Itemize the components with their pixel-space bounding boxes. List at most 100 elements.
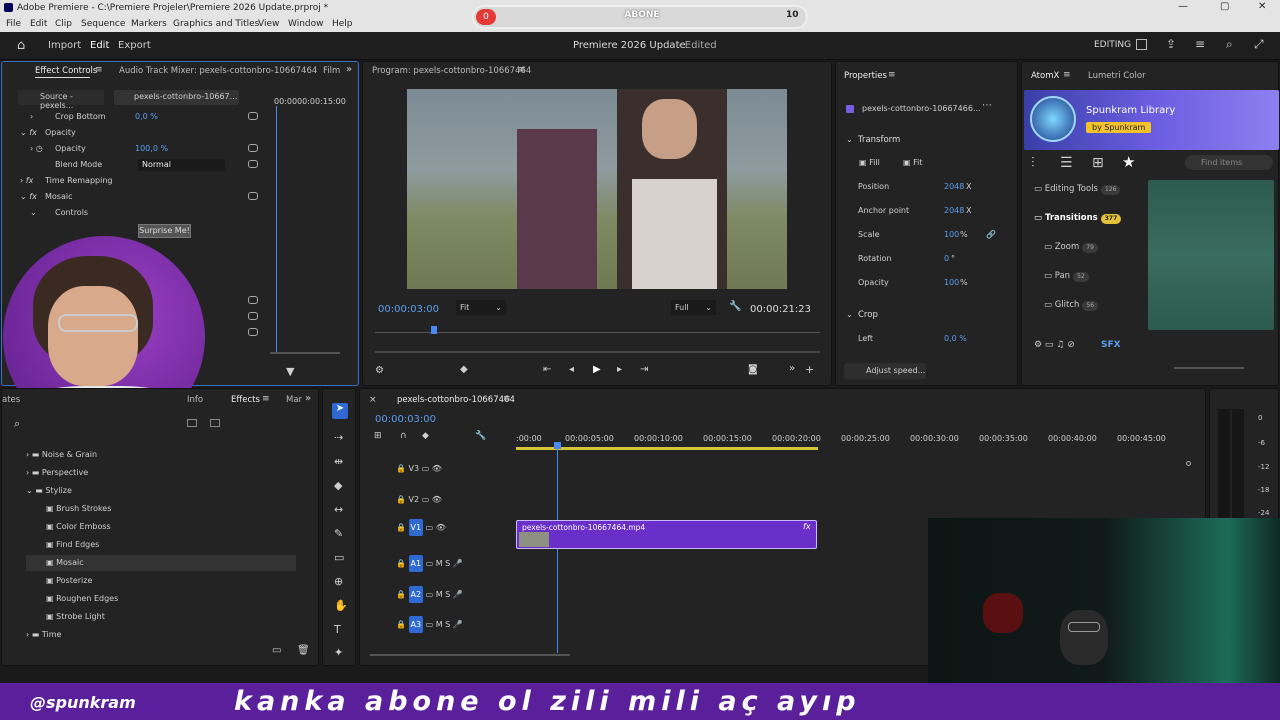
home-icon[interactable]: ⌂ [17,38,25,53]
zoom-tool-icon[interactable]: ⊕ [334,575,343,588]
filter-accelerated-icon[interactable] [187,419,197,427]
row-mosaic[interactable]: ⌄ fx Mosaic [20,189,250,205]
close-sequence-icon[interactable]: × [369,395,377,405]
mark-in-icon[interactable]: ◆ [460,364,468,375]
tab-templates[interactable]: ates [2,395,20,405]
more-tabs-icon[interactable]: » [346,64,352,75]
menu-edit[interactable]: Edit [30,19,47,29]
panel-menu-icon[interactable]: ≡ [518,65,526,75]
tab-film[interactable]: Film [323,66,340,76]
category-editing-tools[interactable]: ▭ Editing Tools 126 [1034,184,1144,213]
blend-mode-dropdown[interactable]: Normal [138,159,225,171]
panel-menu-icon[interactable]: ≡ [888,70,896,80]
hand-icon[interactable]: ✋ [334,599,348,612]
timeline-ruler[interactable]: :00:00 00:00:05:00 00:00:10:00 00:00:15:… [516,431,1186,447]
transition-thumbnail[interactable] [1148,180,1274,330]
camera-icon[interactable]: ◙ [748,364,758,375]
filter-icon[interactable]: ▼ [286,365,294,378]
reset-icon[interactable] [248,160,258,168]
tree-item-roughen-edges[interactable]: ▣ Roughen Edges [26,591,296,607]
menu-markers[interactable]: Markers [131,19,167,29]
thumb-size-slider[interactable] [1174,367,1244,369]
close-icon[interactable]: ✕ [1258,1,1266,12]
row-time-remapping[interactable]: › fx Time Remapping [20,173,250,189]
menu-view[interactable]: View [258,19,279,29]
wrench-icon[interactable]: 🔧 [729,301,741,312]
tree-item-posterize[interactable]: ▣ Posterize [26,573,296,589]
surprise-me-tooltip[interactable]: Surprise Me! [138,224,191,238]
track-a2[interactable]: 🔒 A2 ▭ M S 🎤 [396,586,463,603]
share-icon[interactable]: ⇪ [1166,37,1176,51]
markers-icon[interactable]: ◆ [422,431,429,441]
play-icon[interactable]: ▶ [593,364,601,375]
type-tool-icon[interactable]: T [334,623,341,636]
filter-icon-row[interactable]: ⚙ ▭ ♫ ⊘ [1034,340,1075,350]
program-playhead[interactable] [431,326,437,334]
nav-import[interactable]: Import [48,40,81,51]
program-zoom-bar[interactable] [375,351,820,353]
tree-item-brush-strokes[interactable]: ▣ Brush Strokes [26,501,296,517]
generative-icon[interactable]: ✦ [334,646,343,659]
track-v1[interactable]: 🔒 V1 ▭ 👁 [396,519,446,536]
menu-icon[interactable]: ≡ [1195,37,1205,51]
tree-item-color-emboss[interactable]: ▣ Color Emboss [26,519,296,535]
list-icon[interactable]: ☰ [1060,155,1073,171]
reset-icon[interactable] [248,312,258,320]
tree-item-mosaic[interactable]: ▣ Mosaic [26,555,296,571]
nav-edit[interactable]: Edit [90,40,109,51]
minimize-icon[interactable]: — [1178,1,1188,12]
fill-button[interactable]: ▣ Fill [859,158,880,167]
more-tabs-icon[interactable]: » [305,393,311,404]
settings-icon[interactable]: ⚙ [375,365,384,376]
video-clip[interactable]: pexels-cottonbro-10667464.mp4 fx [516,520,817,549]
track-v3[interactable]: 🔒 V3 ▭ 👁 [396,464,442,473]
source-selector[interactable]: Source - pexels... [18,90,104,110]
work-area-bar[interactable] [516,447,818,450]
tab-effect-controls[interactable]: Effect Controls [35,66,97,76]
category-glitch[interactable]: ▭ Glitch 56 [1034,300,1144,329]
timeline-zoom-bar[interactable] [370,654,570,656]
program-timecode[interactable]: 00:00:03:00 [378,304,439,315]
fullscreen-icon[interactable]: ⤢ [1254,37,1264,52]
crop-left-value[interactable]: 0,0 % [944,334,967,343]
nav-export[interactable]: Export [118,40,151,51]
category-zoom[interactable]: ▭ Zoom 79 [1034,242,1144,271]
fit-button[interactable]: ▣ Fit [903,158,923,167]
tree-item-noise[interactable]: › ▬ Noise & Grain [26,447,296,463]
tab-audio-mixer[interactable]: Audio Track Mixer: pexels-cottonbro-1066… [119,66,317,76]
wrench-icon[interactable]: 🔧 [475,431,486,441]
rectangle-icon[interactable]: ▭ [334,551,344,564]
sliders-icon[interactable]: ⫶ [1031,155,1035,171]
add-button-icon[interactable]: + [805,363,814,376]
ripple-edit-icon[interactable]: ⇹ [334,455,343,468]
value-crop-bottom[interactable]: 0,0 % [135,109,158,125]
reset-icon[interactable] [248,296,258,304]
tab-atomx[interactable]: AtomX [1031,71,1059,81]
fit-dropdown[interactable]: Fit ⌄ [456,300,506,315]
linked-icon[interactable]: ∩ [400,431,407,441]
row-controls[interactable]: ⌄ Controls [30,205,260,221]
adjust-speed-button[interactable]: Adjust speed... [844,363,926,379]
more-icon[interactable]: » [789,363,795,374]
panel-menu-icon[interactable]: ≡ [262,394,270,404]
prop-value[interactable]: 100 [944,278,959,287]
menu-graphics[interactable]: Graphics and Titles [173,19,259,29]
row-opacity-group[interactable]: ⌄ fx Opacity [20,125,250,141]
clip-selector[interactable]: pexels-cottonbro-10667... [114,90,239,105]
search-icon[interactable]: ⌕ [14,417,20,431]
filter-32bit-icon[interactable] [210,419,220,427]
link-icon[interactable]: 🔗 [986,230,996,239]
reset-icon[interactable] [248,112,258,120]
timeline-scroll-handle[interactable] [1186,461,1191,466]
track-a1[interactable]: 🔒 A1 ▭ M S 🎤 [396,555,463,572]
panel-menu-icon[interactable]: ≡ [95,65,103,75]
atomx-search-input[interactable]: Find items [1185,155,1273,170]
menu-window[interactable]: Window [288,19,324,29]
prop-value[interactable]: 100 [944,230,959,239]
trash-icon[interactable]: 🗑 [297,645,310,656]
step-back-icon[interactable]: ⇤ [543,364,551,375]
tab-lumetri[interactable]: Lumetri Color [1088,71,1146,81]
panel-menu-icon[interactable]: ≡ [1063,70,1071,80]
tab-info[interactable]: Info [187,395,203,405]
transform-caret-icon[interactable]: ⌄ [846,135,853,144]
